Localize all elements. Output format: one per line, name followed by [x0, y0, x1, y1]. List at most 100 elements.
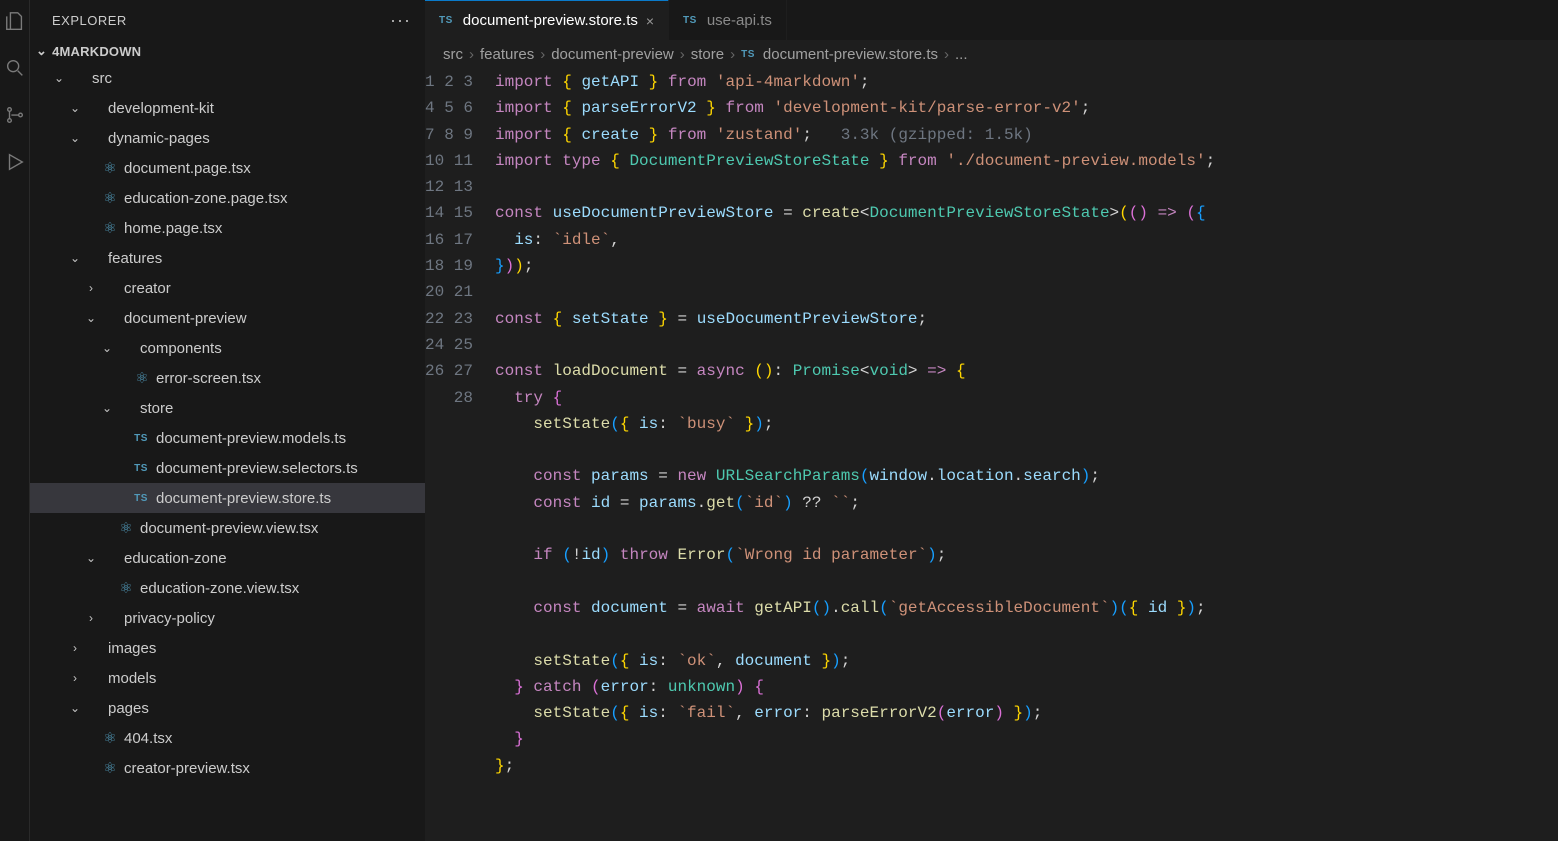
folder-item[interactable]: ⌄ development-kit	[30, 93, 425, 123]
breadcrumb[interactable]: src › features › document-preview › store › TS d…	[425, 40, 1558, 69]
tree-item-label: models	[108, 670, 156, 687]
file-item[interactable]: ⚛document-preview.view.tsx	[30, 513, 425, 543]
tab-label: document-preview.store.ts	[463, 12, 638, 29]
chevron-right-icon: ›	[540, 46, 545, 63]
react-icon: ⚛	[100, 219, 120, 237]
chevron-down-icon: ⌄	[52, 71, 66, 85]
tree-item-label: document-preview.selectors.ts	[156, 460, 358, 477]
chevron-down-icon: ⌄	[68, 251, 82, 265]
chevron-down-icon: ⌄	[84, 551, 98, 565]
tree-item-label: dynamic-pages	[108, 130, 210, 147]
react-icon: ⚛	[132, 369, 152, 387]
chevron-right-icon: ›	[84, 611, 98, 625]
tree-item-label: pages	[108, 700, 149, 717]
react-icon: ⚛	[116, 579, 136, 597]
chevron-down-icon: ⌄	[36, 43, 47, 59]
folder-item[interactable]: ⌄ document-preview	[30, 303, 425, 333]
tree-item-label: document-preview.models.ts	[156, 430, 346, 447]
folder-item[interactable]: ⌄ src	[30, 63, 425, 93]
tree-item-label: education-zone.view.tsx	[140, 580, 299, 597]
typescript-icon: TS	[132, 463, 152, 474]
chevron-right-icon: ›	[84, 281, 98, 295]
typescript-icon: TS	[741, 49, 755, 60]
tab-label: use-api.ts	[707, 12, 772, 29]
tree-item-label: document-preview.view.tsx	[140, 520, 318, 537]
breadcrumb-segment[interactable]: src	[443, 46, 463, 63]
tree-item-label: creator	[124, 280, 171, 297]
react-icon: ⚛	[100, 189, 120, 207]
typescript-icon: TS	[132, 493, 152, 504]
folder-item[interactable]: ⌄ features	[30, 243, 425, 273]
project-root[interactable]: ⌄ 4MARKDOWN	[30, 41, 425, 61]
folder-item[interactable]: ⌄ components	[30, 333, 425, 363]
tree-item-label: home.page.tsx	[124, 220, 222, 237]
explorer-header: EXPLORER ···	[30, 0, 425, 41]
file-item[interactable]: ⚛home.page.tsx	[30, 213, 425, 243]
chevron-right-icon: ›	[68, 641, 82, 655]
folder-item[interactable]: › creator	[30, 273, 425, 303]
explorer-sidebar: EXPLORER ··· ⌄ 4MARKDOWN ⌄ src ⌄ developmen…	[30, 0, 425, 841]
folder-item[interactable]: ⌄ store	[30, 393, 425, 423]
tree-item-label: features	[108, 250, 162, 267]
react-icon: ⚛	[116, 519, 136, 537]
typescript-icon: TS	[132, 433, 152, 444]
debug-icon[interactable]	[4, 151, 26, 178]
chevron-right-icon: ›	[68, 671, 82, 685]
tree-item-label: store	[140, 400, 173, 417]
tree-item-label: document-preview.store.ts	[156, 490, 331, 507]
editor-tabs: TS document-preview.store.ts × TS use-api.ts	[425, 0, 1558, 40]
explorer-title: EXPLORER	[52, 13, 127, 28]
breadcrumb-segment[interactable]: features	[480, 46, 534, 63]
folder-item[interactable]: ⌄pages	[30, 693, 425, 723]
more-actions-icon[interactable]: ···	[390, 10, 411, 31]
breadcrumb-segment[interactable]: ...	[955, 46, 968, 63]
file-item[interactable]: TS document-preview.store.ts	[30, 483, 425, 513]
file-item[interactable]: ⚛document.page.tsx	[30, 153, 425, 183]
search-icon[interactable]	[4, 57, 26, 84]
folder-item[interactable]: › models	[30, 663, 425, 693]
file-item[interactable]: ⚛education-zone.page.tsx	[30, 183, 425, 213]
chevron-right-icon: ›	[469, 46, 474, 63]
code-editor[interactable]: 1 2 3 4 5 6 7 8 9 10 11 12 13 14 15 16 1…	[425, 69, 1558, 841]
chevron-down-icon: ⌄	[100, 341, 114, 355]
chevron-down-icon: ⌄	[100, 401, 114, 415]
breadcrumb-segment[interactable]: document-preview	[551, 46, 674, 63]
source-control-icon[interactable]	[4, 104, 26, 131]
tree-item-label: creator-preview.tsx	[124, 760, 250, 777]
chevron-down-icon: ⌄	[68, 101, 82, 115]
tree-item-label: document.page.tsx	[124, 160, 251, 177]
chevron-right-icon: ›	[730, 46, 735, 63]
close-icon[interactable]: ×	[646, 13, 654, 29]
editor-tab[interactable]: TSdocument-preview.store.ts×	[425, 0, 669, 40]
activity-bar	[0, 0, 30, 841]
editor-area: TS document-preview.store.ts × TS use-api.ts…	[425, 0, 1558, 841]
files-icon[interactable]	[4, 10, 26, 37]
file-item[interactable]: ⚛education-zone.view.tsx	[30, 573, 425, 603]
folder-item[interactable]: ⌄ dynamic-pages	[30, 123, 425, 153]
chevron-right-icon: ›	[680, 46, 685, 63]
breadcrumb-segment[interactable]: document-preview.store.ts	[763, 46, 938, 63]
folder-item[interactable]: › privacy-policy	[30, 603, 425, 633]
folder-item[interactable]: ⌄education-zone	[30, 543, 425, 573]
file-item[interactable]: TS document-preview.selectors.ts	[30, 453, 425, 483]
code-content[interactable]: import { getAPI } from 'api-4markdown'; …	[495, 69, 1558, 841]
tree-item-label: src	[92, 70, 112, 87]
folder-item[interactable]: › images	[30, 633, 425, 663]
tree-item-label: privacy-policy	[124, 610, 215, 627]
typescript-icon: TS	[683, 15, 697, 26]
chevron-right-icon: ›	[944, 46, 949, 63]
tree-item-label: development-kit	[108, 100, 214, 117]
file-item[interactable]: TS document-preview.models.ts	[30, 423, 425, 453]
tree-item-label: document-preview	[124, 310, 247, 327]
tree-item-label: components	[140, 340, 222, 357]
tree-item-label: images	[108, 640, 156, 657]
file-item[interactable]: ⚛creator-preview.tsx	[30, 753, 425, 783]
editor-tab[interactable]: TS use-api.ts	[669, 0, 787, 40]
chevron-down-icon: ⌄	[84, 311, 98, 325]
file-tree: ⌄src⌄development-kit⌄dynamic-pages⚛docum…	[30, 61, 425, 841]
chevron-down-icon: ⌄	[68, 131, 82, 145]
file-item[interactable]: ⚛error-screen.tsx	[30, 363, 425, 393]
file-item[interactable]: ⚛404.tsx	[30, 723, 425, 753]
tree-item-label: education-zone.page.tsx	[124, 190, 287, 207]
breadcrumb-segment[interactable]: store	[691, 46, 724, 63]
